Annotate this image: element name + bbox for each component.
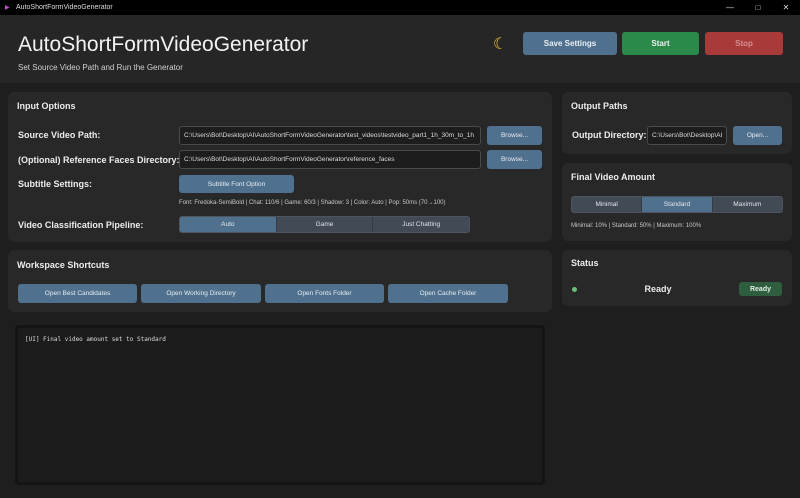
pipeline-option-game[interactable]: Game <box>275 217 373 232</box>
faces-browse-button[interactable]: Browse... <box>487 150 542 169</box>
window-title: AutoShortFormVideoGenerator <box>16 4 113 11</box>
save-settings-button[interactable]: Save Settings <box>523 32 617 55</box>
output-directory-label: Output Directory: <box>572 130 647 140</box>
subtitle-font-option-button[interactable]: Subtitle Font Option <box>179 175 294 193</box>
source-browse-button[interactable]: Browse... <box>487 126 542 145</box>
status-badge: Ready <box>739 282 782 296</box>
app-subtitle: Set Source Video Path and Run the Genera… <box>18 63 183 72</box>
log-line: [UI] Final video amount set to Standard <box>25 336 166 343</box>
open-cache-folder-button[interactable]: Open Cache Folder <box>388 284 508 303</box>
open-output-button[interactable]: Open... <box>733 126 782 145</box>
header: AutoShortFormVideoGenerator Set Source V… <box>0 15 800 83</box>
source-video-input[interactable]: C:\Users\Bot\Desktop\AI\AutoShortFormVid… <box>179 126 481 145</box>
close-icon[interactable]: ✕ <box>772 3 800 12</box>
start-button[interactable]: Start <box>622 32 699 55</box>
log-output[interactable]: [UI] Final video amount set to Standard <box>15 325 545 485</box>
workspace-shortcuts-title: Workspace Shortcuts <box>17 260 110 270</box>
amount-option-minimal[interactable]: Minimal <box>572 197 641 212</box>
pipeline-option-auto[interactable]: Auto <box>180 217 276 232</box>
status-title: Status <box>571 258 599 268</box>
status-text: Ready <box>644 284 672 294</box>
app-title: AutoShortFormVideoGenerator <box>18 33 309 56</box>
status-panel: Status <box>562 250 792 306</box>
output-paths-title: Output Paths <box>571 101 628 111</box>
open-working-directory-button[interactable]: Open Working Directory <box>141 284 261 303</box>
stop-button[interactable]: Stop <box>705 32 783 55</box>
open-fonts-folder-button[interactable]: Open Fonts Folder <box>265 284 384 303</box>
pipeline-segmented-control: Auto Game Just Chatting <box>179 216 470 233</box>
amount-option-standard[interactable]: Standard <box>641 197 712 212</box>
final-video-amount-title: Final Video Amount <box>571 172 656 182</box>
output-directory-input[interactable]: C:\Users\Bot\Desktop\AI <box>647 126 727 145</box>
source-video-label: Source Video Path: <box>18 130 101 140</box>
app-icon: ▶ <box>5 5 10 11</box>
subtitle-info-text: Font: Fredoka-SemiBold | Chat: 110/6 | G… <box>179 200 446 206</box>
reference-faces-input[interactable]: C:\Users\Bot\Desktop\AI\AutoShortFormVid… <box>179 150 481 169</box>
pipeline-option-just-chatting[interactable]: Just Chatting <box>372 217 469 232</box>
final-amount-info: Minimal: 10% | Standard: 50% | Maximum: … <box>571 223 702 229</box>
pipeline-label: Video Classification Pipeline: <box>18 220 144 230</box>
open-best-candidates-button[interactable]: Open Best Candidates <box>18 284 137 303</box>
subtitle-settings-label: Subtitle Settings: <box>18 179 92 189</box>
input-options-title: Input Options <box>17 101 76 111</box>
moon-icon[interactable]: ☾ <box>493 34 507 54</box>
maximize-icon[interactable]: □ <box>744 3 772 12</box>
final-amount-segmented-control: Minimal Standard Maximum <box>571 196 783 213</box>
reference-faces-label: (Optional) Reference Faces Directory: <box>18 155 180 165</box>
window-titlebar: ▶ AutoShortFormVideoGenerator — □ ✕ <box>0 0 800 15</box>
status-indicator-dot <box>572 287 577 292</box>
minimize-icon[interactable]: — <box>716 3 744 12</box>
amount-option-maximum[interactable]: Maximum <box>711 197 782 212</box>
